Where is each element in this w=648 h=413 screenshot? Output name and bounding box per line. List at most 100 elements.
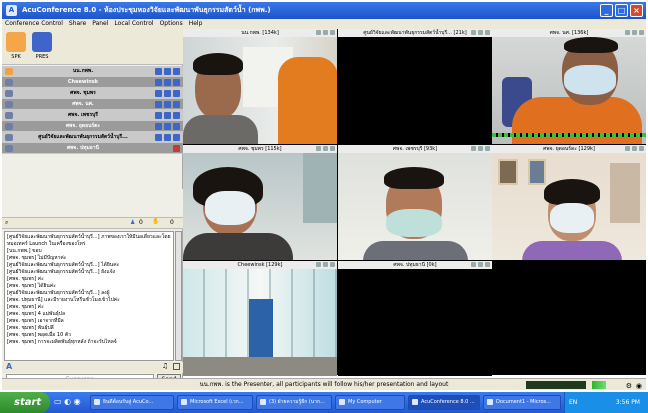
menu-panel[interactable]: Panel — [92, 19, 108, 29]
task-item[interactable]: Microsoft Excel (เวก... — [177, 395, 253, 410]
mic-icon[interactable] — [323, 262, 328, 267]
language-indicator[interactable]: EN — [569, 392, 577, 413]
camera-icon[interactable] — [316, 30, 321, 35]
participant-row[interactable]: ศพจ. เพชรบุรี — [2, 110, 183, 121]
speaker-icon[interactable] — [173, 112, 180, 119]
video-tile[interactable]: ศพจ. นศ. [136k] — [492, 29, 646, 144]
camera-icon[interactable] — [155, 123, 162, 130]
participant-row[interactable]: ศพจ. ชุมพร — [2, 88, 183, 99]
camera-icon[interactable] — [316, 146, 321, 151]
camera-icon[interactable] — [155, 68, 162, 75]
person-body — [522, 241, 622, 260]
speaker-icon[interactable] — [173, 79, 180, 86]
speaker-icon[interactable] — [173, 68, 180, 75]
mic-icon[interactable] — [632, 30, 637, 35]
chat-message: [ศพจ. ชุมพร] เอาจากที่มีล — [7, 318, 64, 324]
camera-icon[interactable] — [471, 146, 476, 151]
video-tile[interactable]: ศพจ. ยุดอนร์ดะ [129k] — [492, 145, 646, 260]
menu-share[interactable]: Share — [69, 19, 86, 29]
menu-help[interactable]: Help — [189, 19, 203, 29]
pres-button[interactable]: PRES — [31, 32, 53, 63]
camera-icon[interactable] — [625, 146, 630, 151]
video-tile[interactable]: ศพจ. ปทุมธานี [0k] — [338, 261, 492, 376]
mic-icon[interactable] — [164, 90, 171, 97]
speaker-icon[interactable] — [173, 123, 180, 130]
speaker-icon[interactable] — [173, 90, 180, 97]
title-bar[interactable]: A AcuConference 8.0 - ห้องประชุมหองวิจัย… — [2, 2, 646, 19]
camera-icon[interactable] — [316, 262, 321, 267]
participant-row[interactable]: ศพจ. ปทุมธานี — [2, 143, 183, 154]
close-icon[interactable] — [639, 30, 644, 35]
mic-icon[interactable] — [164, 123, 171, 130]
task-item[interactable]: AcuConference 8.0 ... — [408, 395, 480, 410]
mic-icon[interactable] — [164, 112, 171, 119]
menu-bar: Conference Control Share Panel Local Con… — [2, 19, 646, 29]
camera-icon[interactable] — [155, 134, 162, 141]
music-icon[interactable]: ♫ — [162, 362, 168, 370]
chat-message: [ศพจ. ชุมพร] พันธุ์ปลี — [7, 325, 54, 331]
search-icon[interactable]: ⌕ — [5, 219, 8, 227]
camera-icon[interactable] — [155, 101, 162, 108]
mic-icon[interactable] — [478, 30, 483, 35]
volume-icon[interactable]: ◉ — [636, 380, 642, 392]
video-tile[interactable]: นน.กพพ. [134k] — [183, 29, 337, 144]
task-item[interactable]: Document1 - Micros... — [483, 395, 561, 410]
close-icon[interactable] — [330, 30, 335, 35]
mic-icon[interactable] — [164, 101, 171, 108]
mic-icon[interactable] — [323, 30, 328, 35]
hand-icon — [6, 32, 26, 52]
mic-icon[interactable] — [323, 146, 328, 151]
task-item[interactable]: ยินดีต้อนรับสู่ AcuCo... — [90, 395, 174, 410]
participant-row[interactable]: ศพจ. ยุดอนร์ดะ — [2, 121, 183, 132]
spk-button[interactable]: SPK — [5, 32, 27, 63]
mic-icon[interactable] — [164, 68, 171, 75]
close-icon[interactable] — [639, 146, 644, 151]
participant-row[interactable]: ศพจ. นศ. — [2, 99, 183, 110]
muted-icon[interactable] — [173, 145, 180, 152]
mic-icon[interactable] — [164, 134, 171, 141]
minimize-button[interactable]: _ — [600, 4, 613, 17]
task-item[interactable]: My Computer — [335, 395, 405, 410]
menu-local-control[interactable]: Local Control — [114, 19, 153, 29]
clock[interactable]: 3:56 PM — [616, 399, 640, 406]
save-icon[interactable] — [173, 363, 180, 370]
start-button[interactable]: start — [0, 392, 50, 413]
close-icon[interactable] — [485, 146, 490, 151]
mic-icon[interactable] — [478, 262, 483, 267]
person-body — [183, 233, 293, 260]
camera-icon[interactable] — [155, 112, 162, 119]
camera-icon[interactable] — [155, 79, 162, 86]
video-tile[interactable]: ศพจ. ชุมพร [115k] — [183, 145, 337, 260]
close-icon[interactable] — [330, 262, 335, 267]
video-tile[interactable]: ศพจ. เพชรบุรี [93k] — [338, 145, 492, 260]
mic-icon[interactable] — [478, 146, 483, 151]
task-item[interactable]: (3) ฝ่ายความรู้ยีก (นาก... — [256, 395, 332, 410]
font-icon[interactable]: A — [6, 362, 12, 371]
participant-row[interactable]: Cheewinsk — [2, 77, 183, 88]
raise-hand-icon[interactable]: ✋ — [152, 218, 159, 225]
close-icon[interactable] — [485, 30, 490, 35]
close-button[interactable]: × — [630, 4, 643, 17]
menu-options[interactable]: Options — [160, 19, 183, 29]
chat-scrollbar[interactable] — [175, 231, 182, 361]
close-icon[interactable] — [330, 146, 335, 151]
video-tile[interactable]: ศูนย์วิจัยและพัฒนาพันธุกรรมสัตว์น้ำบุรี.… — [338, 29, 492, 144]
participant-row[interactable]: ศูนย์วิจัยและพัฒนาพันธุกรรมสัตว์น้ำบุรี.… — [2, 132, 183, 143]
speaker-icon[interactable] — [173, 101, 180, 108]
mic-icon[interactable] — [164, 79, 171, 86]
speaker-icon[interactable] — [173, 134, 180, 141]
camera-icon[interactable] — [471, 262, 476, 267]
quick-launch-icons[interactable]: ▭ ◐ ◉ — [54, 397, 81, 406]
camera-icon[interactable] — [625, 30, 630, 35]
tile-label: ศพจ. ยุดอนร์ดะ [129k] — [543, 146, 595, 152]
participant-row[interactable]: นน.กพพ. — [2, 66, 183, 77]
mic-icon[interactable] — [632, 146, 637, 151]
camera-icon[interactable] — [471, 30, 476, 35]
menu-conference-control[interactable]: Conference Control — [5, 19, 63, 29]
settings-icon[interactable]: ⚙ — [626, 380, 632, 392]
close-icon[interactable] — [485, 262, 490, 267]
pres-label: PRES — [35, 54, 49, 60]
video-tile[interactable]: Cheewinsk [129k] — [183, 261, 337, 376]
camera-icon[interactable] — [155, 90, 162, 97]
maximize-button[interactable]: □ — [615, 4, 628, 17]
